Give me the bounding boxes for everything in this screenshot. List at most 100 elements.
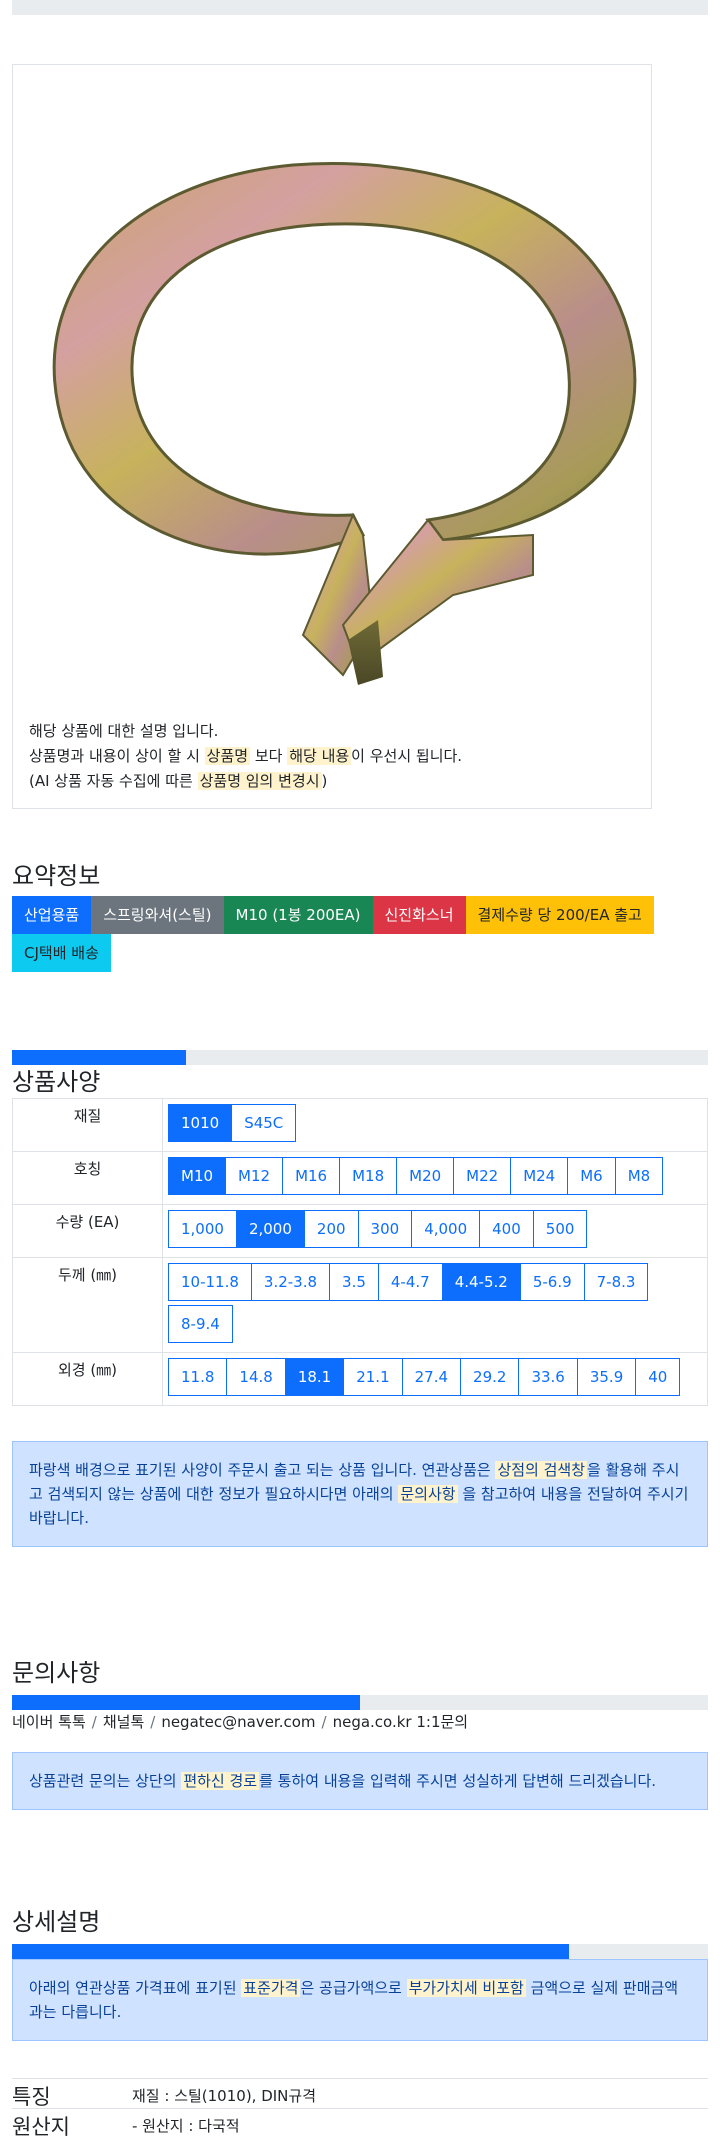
option-button[interactable]: 500: [532, 1210, 588, 1248]
top-progress-bar: [12, 0, 708, 15]
option-button[interactable]: M10: [168, 1157, 227, 1195]
spec-progress-bar: [12, 1050, 708, 1065]
description-text: (AI 상품 자동 수집에 따른: [29, 772, 198, 790]
summary-badges: 산업용품 스프링와셔(스틸) M10 (1봉 200EA) 신진화스너 결제수량…: [12, 896, 712, 972]
product-page: 해당 상품에 대한 설명 입니다. 상품명과 내용이 상이 할 시 상품명 보다…: [0, 0, 720, 2139]
feature-row: 특징 재질 : 스틸(1010), DIN규격: [12, 2078, 708, 2109]
option-button[interactable]: M20: [396, 1157, 455, 1195]
separator: /: [150, 1713, 156, 1731]
spec-options: 1,000 2,000 200 300 4,000 400 500: [162, 1204, 708, 1258]
detail-progress-bar: [12, 1944, 708, 1959]
description-text: ): [321, 772, 328, 790]
description-text: 보다: [250, 747, 288, 765]
option-button[interactable]: 200: [303, 1210, 359, 1248]
option-button[interactable]: 3.5: [329, 1263, 379, 1301]
highlight-inquiry: 문의사항: [398, 1485, 458, 1503]
spec-options: 10-11.8 3.2-3.8 3.5 4-4.7 4.4-5.2 5-6.9 …: [162, 1257, 708, 1353]
option-button[interactable]: M12: [225, 1157, 284, 1195]
spec-row-quantity: 수량 (EA) 1,000 2,000 200 300 4,000 400 50…: [12, 1204, 708, 1258]
option-button[interactable]: 1,000: [168, 1210, 237, 1248]
option-button[interactable]: M16: [282, 1157, 341, 1195]
product-description: 해당 상품에 대한 설명 입니다. 상품명과 내용이 상이 할 시 상품명 보다…: [29, 719, 639, 794]
feature-value: 재질 : 스틸(1010), DIN규격: [132, 2087, 316, 2105]
contact-channel-talk[interactable]: 채널톡: [103, 1713, 144, 1731]
description-line-1: 해당 상품에 대한 설명 입니다.: [29, 722, 219, 740]
spec-options: 11.8 14.8 18.1 21.1 27.4 29.2 33.6 35.9 …: [162, 1352, 708, 1406]
notice-text: 파랑색 배경으로 표기된 사양이 주문시 출고 되는 상품 입니다. 연관상품은: [29, 1461, 496, 1479]
description-line-3: (AI 상품 자동 수집에 따른 상품명 임의 변경시): [29, 769, 639, 794]
badge-shipping-qty: 결제수량 당 200/EA 출고: [465, 896, 654, 934]
badge-size: M10 (1봉 200EA): [223, 896, 373, 934]
option-button[interactable]: 2,000: [235, 1210, 305, 1248]
spec-row-material: 재질 1010 S45C: [12, 1098, 708, 1152]
inquiry-progress-fill: [12, 1695, 360, 1710]
notice-text: 를 통하여 내용을 입력해 주시면 성실하게 답변해 드리겠습니다.: [259, 1772, 657, 1790]
feature-key: 특징: [12, 2085, 51, 2109]
option-button[interactable]: M22: [453, 1157, 512, 1195]
option-button[interactable]: 5-6.9: [519, 1263, 585, 1301]
product-image-card: 해당 상품에 대한 설명 입니다. 상품명과 내용이 상이 할 시 상품명 보다…: [12, 64, 652, 809]
feature-row: 원산지 - 원산지 : 다국적: [12, 2108, 708, 2139]
contact-site-inquiry[interactable]: nega.co.kr 1:1문의: [333, 1713, 469, 1731]
notice-text: 아래의 연관상품 가격표에 표기된: [29, 1979, 242, 1997]
option-button[interactable]: 33.6: [518, 1358, 578, 1396]
option-button[interactable]: M8: [614, 1157, 664, 1195]
badge-delivery: CJ택배 배송: [12, 934, 111, 972]
option-button[interactable]: S45C: [231, 1104, 297, 1142]
product-image: [52, 162, 637, 685]
highlight-route: 편하신 경로: [181, 1772, 260, 1790]
contact-list: 네이버 톡톡 / 채널톡 / negatec@naver.com / nega.co.kr …: [12, 1711, 468, 1732]
option-button[interactable]: 4,000: [411, 1210, 481, 1248]
feature-key: 원산지: [12, 2115, 70, 2139]
description-text: 상품명과 내용이 상이 할 시: [29, 747, 205, 765]
option-button[interactable]: 11.8: [168, 1358, 228, 1396]
highlight-name-change: 상품명 임의 변경시: [197, 772, 322, 790]
detail-progress-fill: [12, 1944, 569, 1959]
badge-brand: 신진화스너: [372, 896, 466, 934]
option-button[interactable]: 10-11.8: [168, 1263, 252, 1301]
summary-title: 요약정보: [12, 862, 101, 890]
highlight-content: 해당 내용: [287, 747, 352, 765]
spec-table: 재질 1010 S45C 호칭 M10 M12 M16 M18 M20 M22 …: [12, 1098, 708, 1406]
separator: /: [321, 1713, 327, 1731]
option-button[interactable]: 4.4-5.2: [441, 1263, 521, 1301]
option-button[interactable]: 18.1: [284, 1358, 345, 1396]
highlight-product-name: 상품명: [204, 747, 251, 765]
option-button[interactable]: 1010: [168, 1104, 233, 1142]
detail-title: 상세설명: [12, 1908, 101, 1936]
option-button[interactable]: 29.2: [460, 1358, 520, 1396]
option-button[interactable]: 4-4.7: [377, 1263, 443, 1301]
notice-text: 상품관련 문의는 상단의: [29, 1772, 182, 1790]
option-button[interactable]: 400: [479, 1210, 534, 1248]
inquiry-progress-bar: [12, 1695, 708, 1710]
option-button[interactable]: M24: [510, 1157, 569, 1195]
option-button[interactable]: 14.8: [226, 1358, 286, 1396]
option-button[interactable]: 300: [357, 1210, 413, 1248]
description-text: 이 우선시 됩니다.: [351, 747, 463, 765]
contact-naver-talk[interactable]: 네이버 톡톡: [12, 1713, 86, 1731]
option-button[interactable]: M18: [339, 1157, 398, 1195]
spec-options: 1010 S45C: [162, 1098, 708, 1152]
option-button[interactable]: 7-8.3: [583, 1263, 649, 1301]
highlight-standard-price: 표준가격: [241, 1979, 301, 1997]
option-button[interactable]: 40: [635, 1358, 681, 1396]
option-button[interactable]: 21.1: [343, 1358, 403, 1396]
detail-notice: 아래의 연관상품 가격표에 표기된 표준가격 은 공급가액으로 부가가치세 비포함…: [12, 1959, 708, 2041]
spec-label: 두께 (㎜): [12, 1257, 163, 1353]
option-button[interactable]: 3.2-3.8: [250, 1263, 331, 1301]
badge-category: 산업용품: [12, 896, 92, 934]
option-button[interactable]: 8-9.4: [168, 1305, 233, 1343]
badge-product-type: 스프링와셔(스틸): [91, 896, 224, 934]
option-button[interactable]: 35.9: [576, 1358, 637, 1396]
option-button[interactable]: M6: [567, 1157, 616, 1195]
contact-email[interactable]: negatec@naver.com: [161, 1713, 315, 1731]
separator: /: [91, 1713, 97, 1731]
notice-text: 은 공급가액으로: [300, 1979, 407, 1997]
spec-row-nominal: 호칭 M10 M12 M16 M18 M20 M22 M24 M6 M8: [12, 1151, 708, 1205]
option-button[interactable]: 27.4: [401, 1358, 462, 1396]
spec-notice: 파랑색 배경으로 표기된 사양이 주문시 출고 되는 상품 입니다. 연관상품은…: [12, 1441, 708, 1547]
spec-row-thickness: 두께 (㎜) 10-11.8 3.2-3.8 3.5 4-4.7 4.4-5.2…: [12, 1257, 708, 1353]
spec-title: 상품사양: [12, 1068, 101, 1096]
spec-label: 수량 (EA): [12, 1204, 163, 1258]
highlight-search: 상점의 검색창: [495, 1461, 588, 1479]
